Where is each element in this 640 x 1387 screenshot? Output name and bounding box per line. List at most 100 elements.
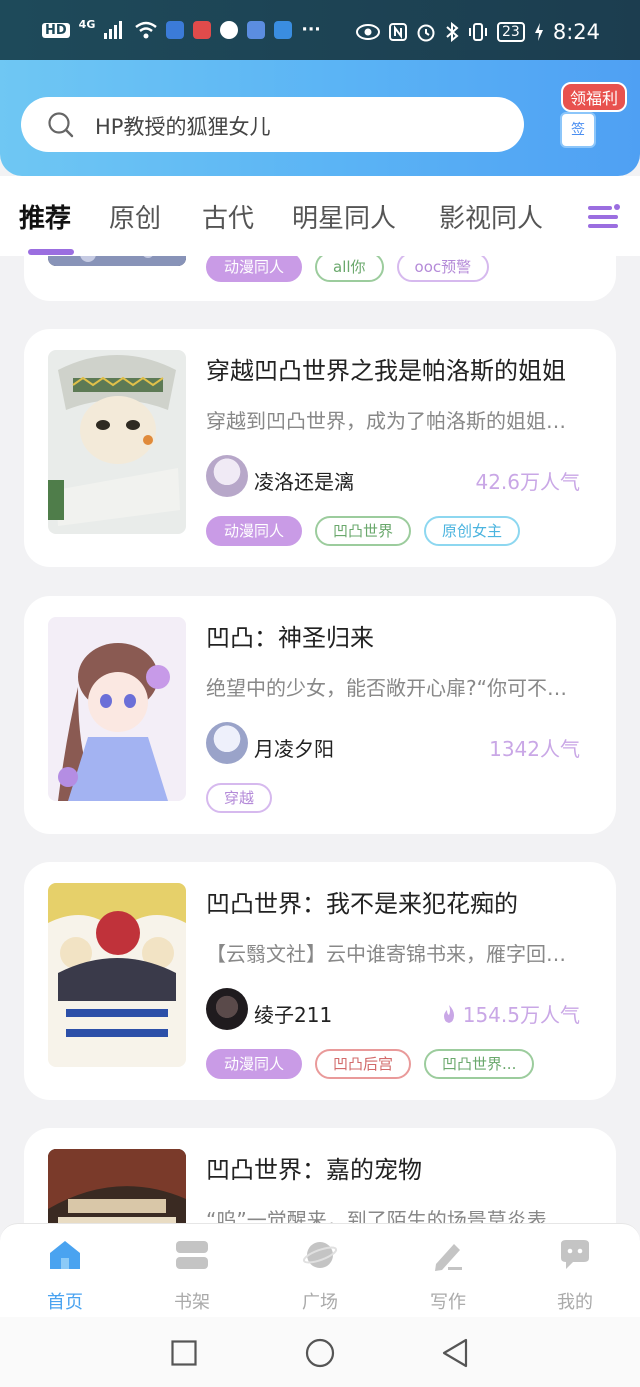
nav-home[interactable]: 首页 (25, 1238, 105, 1314)
planet-icon (302, 1242, 338, 1268)
book-cover (48, 617, 186, 801)
book-card[interactable]: 凹凸：神圣归来 绝望中的少女，能否敞开心扉?“你可不… 月凌夕阳 1342人气 … (24, 596, 616, 834)
clock: 8:24 (552, 20, 600, 44)
signal-icon (104, 21, 123, 39)
pen-icon (435, 1244, 462, 1271)
popularity: 42.6万人气 (475, 466, 580, 495)
nav-bookshelf[interactable]: 书架 (152, 1238, 232, 1314)
tab-recommend[interactable]: 推荐 (19, 198, 71, 235)
popularity-value: 42.6万人气 (475, 470, 580, 494)
sign-label: 签 (571, 122, 585, 138)
app-icon-cloud (274, 21, 293, 39)
nav-label: 书架 (174, 1292, 210, 1313)
book-title: 凹凸世界：我不是来犯花痴的 (206, 890, 518, 918)
book-description: 绝望中的少女，能否敞开心扉?“你可不… (206, 676, 567, 700)
vibrate-icon (469, 23, 487, 41)
more-notifications-icon: ··· (301, 20, 321, 40)
welfare-label: 领福利 (561, 82, 628, 112)
tag[interactable]: 动漫同人 (206, 256, 303, 282)
nav-square[interactable]: 广场 (280, 1238, 360, 1314)
bottom-navigation: 首页 书架 广场 写作 我的 (0, 1223, 640, 1317)
popularity: 154.5万人气 (441, 999, 580, 1028)
system-navigation-bar (0, 1317, 640, 1387)
tag[interactable]: 穿越 (206, 783, 273, 813)
nav-write[interactable]: 写作 (408, 1238, 488, 1314)
home-icon (50, 1241, 80, 1269)
tab-original[interactable]: 原创 (109, 198, 161, 235)
tag[interactable]: 凹凸世界 (315, 516, 412, 546)
author-name[interactable]: 绫子211 (254, 999, 332, 1028)
app-icon-book (193, 21, 212, 39)
nav-profile[interactable]: 我的 (535, 1238, 615, 1314)
popularity-value: 1342人气 (489, 737, 580, 761)
alarm-icon (417, 24, 435, 42)
nav-label: 我的 (557, 1292, 593, 1313)
bookshelf-icon (176, 1241, 208, 1269)
back-icon[interactable] (441, 1338, 469, 1368)
tag-list: 穿越 (206, 783, 273, 813)
book-description: 穿越到凹凸世界，成为了帕洛斯的姐姐… (206, 409, 566, 433)
tab-celebrity-fanfic[interactable]: 明星同人 (292, 198, 396, 235)
header: HD 4G ··· 23 8:24 HP教授的狐狸女儿 领福利 签 (0, 0, 640, 176)
recent-apps-icon[interactable] (171, 1340, 197, 1366)
popularity-value: 154.5万人气 (462, 1003, 580, 1027)
book-title: 凹凸：神圣归来 (206, 624, 374, 652)
tag-list: 动漫同人 凹凸世界 原创女主 (206, 516, 521, 546)
tag[interactable]: 原创女主 (424, 516, 521, 546)
hd-badge: HD (42, 22, 70, 38)
book-title: 凹凸世界：嘉的宠物 (206, 1156, 422, 1184)
flame-icon (443, 1004, 454, 1023)
book-description: “呜”一觉醒来，到了陌生的场景莫炎表 (206, 1208, 547, 1223)
author-name[interactable]: 凌洛还是漓 (254, 466, 354, 495)
home-button-icon[interactable] (305, 1338, 335, 1368)
wifi-icon (135, 21, 158, 39)
author-avatar (206, 455, 248, 497)
book-card[interactable]: 凹凸世界：嘉的宠物 “呜”一觉醒来，到了陌生的场景莫炎表 (24, 1128, 616, 1223)
tab-ancient[interactable]: 古代 (202, 198, 254, 235)
chat-bubble-icon (561, 1240, 589, 1269)
book-card[interactable]: 穿越凹凸世界之我是帕洛斯的姐姐 穿越到凹凸世界，成为了帕洛斯的姐姐… 凌洛还是漓… (24, 329, 616, 567)
book-card[interactable]: 凹凸世界：我不是来犯花痴的 【云翳文社】云中谁寄锦书来，雁字回… 绫子211 1… (24, 862, 616, 1100)
category-menu-icon[interactable] (586, 200, 622, 232)
book-card[interactable]: 动漫同人 all你 ooc预警 (24, 256, 616, 301)
nav-label: 首页 (47, 1292, 83, 1313)
search-bar[interactable]: HP教授的狐狸女儿 (21, 97, 524, 152)
author-avatar (206, 722, 248, 764)
tag[interactable]: ooc预警 (396, 256, 490, 282)
eye-icon (356, 24, 380, 40)
tag-list: 动漫同人 凹凸后宫 凹凸世界... (206, 1049, 535, 1079)
sign-in-gift-icon: 签 (560, 112, 596, 148)
battery-indicator: 23 (497, 22, 525, 42)
author-avatar (206, 988, 248, 1030)
tag[interactable]: 凹凸后宫 (315, 1049, 412, 1079)
welfare-button[interactable]: 领福利 签 (546, 82, 630, 168)
bluetooth-icon (446, 22, 459, 42)
search-query-text: HP教授的狐狸女儿 (95, 115, 271, 139)
author-name[interactable]: 月凌夕阳 (254, 733, 334, 762)
tag[interactable]: 凹凸世界... (424, 1049, 535, 1079)
tab-film-fanfic[interactable]: 影视同人 (439, 198, 543, 235)
category-tabs: 推荐 原创 古代 明星同人 影视同人 (0, 176, 640, 256)
nfc-icon (389, 23, 407, 41)
book-title: 穿越凹凸世界之我是帕洛斯的姐姐 (206, 357, 566, 385)
tag[interactable]: 动漫同人 (206, 516, 303, 546)
nav-label: 广场 (302, 1292, 338, 1313)
signal-label: 4G (78, 17, 96, 31)
book-cover (48, 883, 186, 1067)
tag[interactable]: all你 (315, 256, 384, 282)
book-description: 【云翳文社】云中谁寄锦书来，雁字回… (206, 942, 566, 966)
tag-list: 动漫同人 all你 ooc预警 (206, 256, 490, 282)
search-icon (48, 112, 74, 138)
tag[interactable]: 动漫同人 (206, 1049, 303, 1079)
app-icon-ball (220, 21, 239, 39)
active-tab-indicator (28, 249, 74, 255)
book-feed: 动漫同人 all你 ooc预警 穿越凹凸世界之我是帕洛斯的姐姐 穿越到凹凸世界，… (0, 256, 640, 1223)
popularity: 1342人气 (489, 733, 580, 762)
book-cover (48, 350, 186, 534)
book-cover (48, 256, 186, 266)
status-bar: HD 4G ··· 23 8:24 (0, 0, 640, 60)
app-icon-bulb (166, 21, 185, 39)
app-icon-music (247, 21, 266, 39)
charging-icon (534, 23, 543, 41)
book-cover (48, 1149, 186, 1223)
